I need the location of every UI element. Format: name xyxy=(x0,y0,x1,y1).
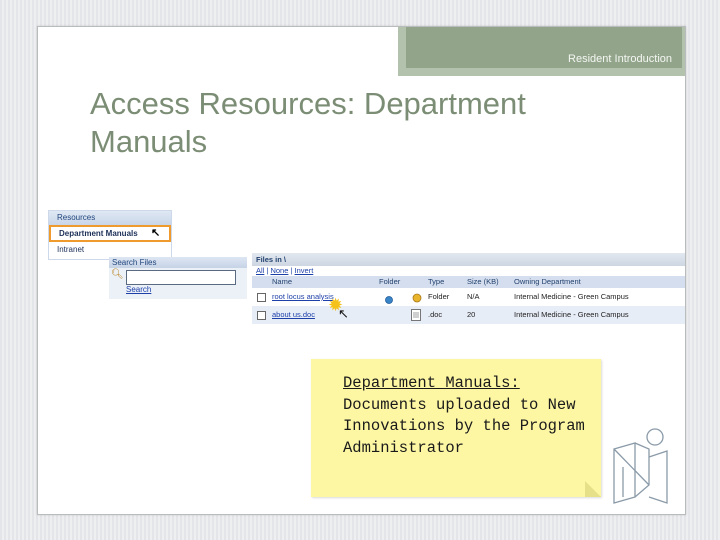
table-row[interactable]: about us.doc .doc 20 Internal Medicine -… xyxy=(252,306,685,324)
file-size: N/A xyxy=(467,292,480,301)
note-heading: Department Manuals: xyxy=(343,374,520,392)
file-name-link[interactable]: root locus analysis xyxy=(272,288,334,306)
search-files-heading: Search Files xyxy=(109,257,247,268)
row-checkbox[interactable] xyxy=(257,293,266,302)
files-heading: Files in \ xyxy=(252,253,685,266)
column-owning-department[interactable]: Owning Department xyxy=(514,276,581,288)
resources-item-intranet[interactable]: Intranet xyxy=(49,242,171,257)
files-panel: Files in \ All | None | Invert Name Fold… xyxy=(252,253,685,331)
select-none-link[interactable]: None xyxy=(270,266,288,275)
note-fold xyxy=(585,481,601,497)
note-body: Documents uploaded to New Innovations by… xyxy=(343,395,585,457)
note-text: Department Manuals: Documents uploaded t… xyxy=(343,373,593,459)
file-size: 20 xyxy=(467,310,476,319)
file-name-link[interactable]: about us.doc xyxy=(272,306,315,324)
select-invert-link[interactable]: Invert xyxy=(295,266,314,275)
column-name[interactable]: Name xyxy=(272,276,292,288)
document-icon xyxy=(411,309,421,328)
search-files-panel: Search Files 🔍︎ Search xyxy=(109,257,247,299)
search-link[interactable]: Search xyxy=(109,285,247,294)
pointer-cursor-icon: ↖ xyxy=(151,227,161,239)
slide-title: Access Resources: Department Manuals xyxy=(90,86,526,159)
file-department: Internal Medicine - Green Campus xyxy=(514,292,629,301)
files-column-header: Name Folder Type Size (KB) Owning Depart… xyxy=(252,276,685,288)
column-type[interactable]: Type xyxy=(428,276,444,288)
select-links: All | None | Invert xyxy=(256,266,314,275)
file-department: Internal Medicine - Green Campus xyxy=(514,310,629,319)
file-type: Folder xyxy=(428,292,450,301)
header-banner-inner: Resident Introduction xyxy=(406,27,682,68)
sticky-note: Department Manuals: Documents uploaded t… xyxy=(311,359,601,497)
resources-item-department-manuals[interactable]: Department Manuals ↖ xyxy=(49,225,171,242)
resources-panel: Resources Department Manuals ↖ Intranet xyxy=(48,210,172,260)
pointer-cursor-icon: ↖ xyxy=(338,306,349,321)
column-size[interactable]: Size (KB) xyxy=(467,276,499,288)
slide: Resident Introduction Access Resources: … xyxy=(37,26,686,515)
file-type: .doc xyxy=(428,310,443,319)
table-row[interactable]: root locus analysis Folder N/A Internal … xyxy=(252,288,685,306)
resources-item-label: Department Manuals xyxy=(59,229,138,238)
select-all-link[interactable]: All xyxy=(256,266,264,275)
search-row: 🔍︎ xyxy=(109,268,247,285)
header-banner: Resident Introduction xyxy=(398,27,685,76)
banner-text: Resident Introduction xyxy=(568,53,672,65)
resources-heading: Resources xyxy=(49,211,171,225)
resources-item-label: Intranet xyxy=(57,245,85,254)
row-checkbox[interactable] xyxy=(257,311,266,320)
magnifier-icon: 🔍︎ xyxy=(111,269,124,280)
new-innovations-logo-icon xyxy=(613,428,668,504)
column-folder[interactable]: Folder xyxy=(379,276,400,288)
search-input[interactable] xyxy=(126,270,236,285)
